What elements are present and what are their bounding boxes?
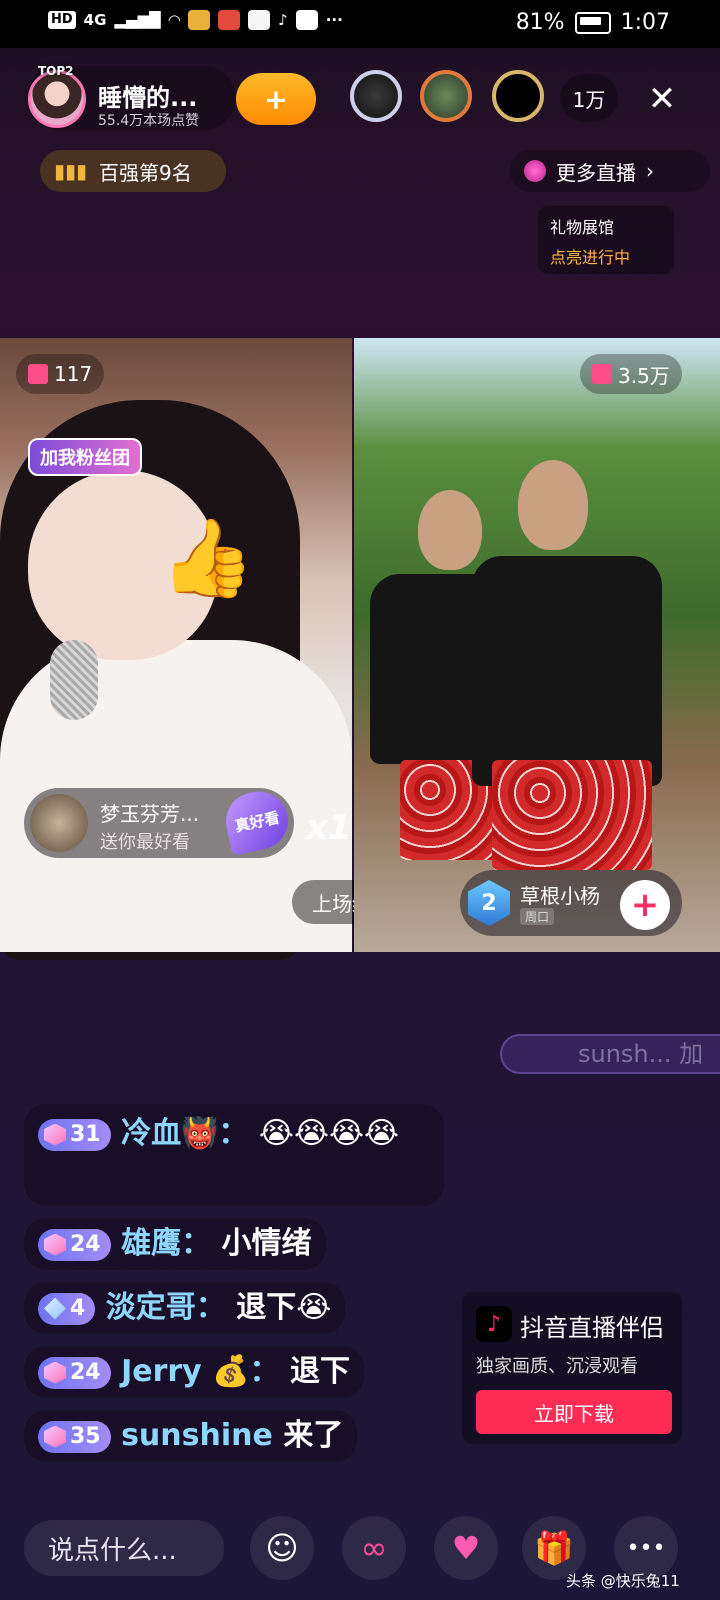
hexagon-badge-icon xyxy=(44,1233,66,1256)
watermark: 头条 @快乐兔11 xyxy=(566,1572,680,1590)
level-badge: 31 xyxy=(38,1118,111,1151)
host-name[interactable]: 睡懵的... xyxy=(98,78,197,113)
signal-indicator: 4G xyxy=(83,11,107,29)
hexagon-badge-icon xyxy=(44,1123,66,1146)
level-badge: 4 xyxy=(38,1292,96,1325)
signal-bars-icon: ▂▄▆█ xyxy=(114,11,161,29)
tiktok-logo-icon: ♪ xyxy=(476,1306,512,1342)
fan-club-tag[interactable]: 加我粉丝团 xyxy=(28,438,142,476)
chat-message[interactable]: 24 Jerry 💰： 退下 xyxy=(24,1346,364,1398)
emoji-button[interactable]: ☺ xyxy=(250,1516,314,1580)
chat-text: 退下 xyxy=(289,1354,350,1389)
link-button[interactable]: ∞ xyxy=(342,1516,406,1580)
chat-username[interactable]: 淡定哥： xyxy=(106,1290,226,1325)
diamond-badge-icon xyxy=(44,1297,66,1320)
baidu-app-icon xyxy=(295,10,318,30)
smiley-icon: ☺ xyxy=(265,1529,299,1567)
link-icon: ∞ xyxy=(360,1529,388,1567)
battery-percent: 81% xyxy=(515,10,565,35)
entry-notice: sunsh... 加 xyxy=(500,1034,720,1074)
tiktok-app-icon: ♪ xyxy=(278,11,288,29)
ad-subtitle: 独家画质、沉浸观看 xyxy=(476,1356,638,1377)
chat-text: 😭😭😭😭 xyxy=(258,1116,400,1151)
book-app-icon xyxy=(248,10,271,30)
like-button[interactable]: ♥ xyxy=(434,1516,498,1580)
close-button[interactable]: ✕ xyxy=(640,78,684,122)
left-gift-count: 117 xyxy=(54,362,93,386)
chat-message[interactable]: 31 冷血👹： 😭😭😭😭 xyxy=(24,1104,444,1206)
chevron-right-icon: › xyxy=(646,159,654,183)
chat-username[interactable]: 冷血👹： xyxy=(121,1116,248,1151)
hexagon-badge-icon xyxy=(44,1361,66,1384)
gift-hall-status: 点亮进行中 xyxy=(550,248,631,267)
gift-box-icon xyxy=(592,364,612,384)
more-notifications: ··· xyxy=(325,11,343,29)
live-dot-icon xyxy=(524,160,546,182)
level-badge: 24 xyxy=(38,1228,111,1261)
top-viewer-avatar[interactable] xyxy=(420,70,472,122)
bar-chart-icon: ▮▮▮ xyxy=(54,159,88,183)
heart-icon: ♥ xyxy=(451,1529,481,1567)
viewer-count[interactable]: 1万 xyxy=(560,74,618,122)
chat-message[interactable]: 24 雄鹰： 小情绪 xyxy=(24,1218,326,1270)
gift-sender-avatar xyxy=(30,794,88,852)
chat-message[interactable]: 4 淡定哥： 退下😭 xyxy=(24,1282,346,1334)
top-viewer-avatar[interactable] xyxy=(492,70,544,122)
chat-text: 退下😭 xyxy=(236,1290,332,1325)
microphone xyxy=(50,640,98,720)
level-badge: 35 xyxy=(38,1420,111,1453)
download-button[interactable]: 立即下载 xyxy=(476,1390,672,1434)
partner-location: 周口 xyxy=(520,908,555,925)
clock: 1:07 xyxy=(620,10,670,35)
level-badge: 24 xyxy=(38,1356,111,1389)
more-live-label: 更多直播 xyxy=(556,160,636,185)
gift-box-icon xyxy=(28,364,48,384)
gift-hall-card[interactable]: 礼物展馆 点亮进行中 xyxy=(538,206,674,274)
comment-input[interactable]: 说点什么... xyxy=(24,1520,224,1576)
weibo-app-icon xyxy=(188,10,211,30)
gift-multiplier: x1 xyxy=(306,808,352,848)
heart-plus-icon: + xyxy=(264,82,288,116)
more-live-button[interactable]: 更多直播 › xyxy=(510,150,710,192)
top-viewer-avatar[interactable] xyxy=(350,70,402,122)
top-rank-badge: TOP2 xyxy=(38,64,74,78)
hexagon-badge-icon xyxy=(44,1425,66,1448)
more-dots-icon: ••• xyxy=(626,1535,666,1561)
partner-name[interactable]: 草根小杨 xyxy=(520,880,600,909)
status-bar-right: 81% 1:07 xyxy=(516,10,670,35)
wifi-icon: ◠ xyxy=(168,11,181,29)
chat-text: 小情绪 xyxy=(221,1226,312,1261)
rank-pill[interactable]: ▮▮▮ 百强第9名 xyxy=(40,150,226,192)
gift-name: 真好看 xyxy=(233,808,281,835)
right-gift-count: 3.5万 xyxy=(618,363,670,388)
chat-text: 来了 xyxy=(283,1418,344,1453)
gift-icon: 🎁 xyxy=(534,1529,574,1567)
thumbs-up-icon: 👍 xyxy=(160,513,255,602)
host-likes: 55.4万本场点赞 xyxy=(98,113,200,129)
gift-hall-title: 礼物展馆 xyxy=(550,218,615,237)
huawei-app-icon xyxy=(218,10,241,30)
follow-button[interactable]: + xyxy=(236,73,316,125)
gift-sender-name: 梦玉芬芳... xyxy=(100,802,200,826)
right-gift-count-pill[interactable]: 3.5万 xyxy=(580,354,682,394)
host-avatar[interactable] xyxy=(28,70,86,128)
battery-icon xyxy=(574,11,611,34)
rank-label: 百强第9名 xyxy=(99,160,192,185)
hd-indicator: HD xyxy=(48,11,76,29)
status-bar-left: HD 4G ▂▄▆█ ◠ ♪ ··· xyxy=(48,10,343,30)
follow-partner-button[interactable]: + xyxy=(620,880,670,930)
chat-username[interactable]: Jerry 💰： xyxy=(121,1354,279,1389)
chat-message[interactable]: 35 sunshine 来了 xyxy=(24,1410,358,1462)
chat-username[interactable]: 雄鹰： xyxy=(121,1226,211,1261)
left-gift-count-pill[interactable]: 117 xyxy=(16,354,105,394)
gift-message: 送你最好看 xyxy=(100,832,190,853)
chat-username[interactable]: sunshine xyxy=(121,1418,273,1453)
ad-title: 抖音直播伴侣 xyxy=(520,1314,664,1342)
